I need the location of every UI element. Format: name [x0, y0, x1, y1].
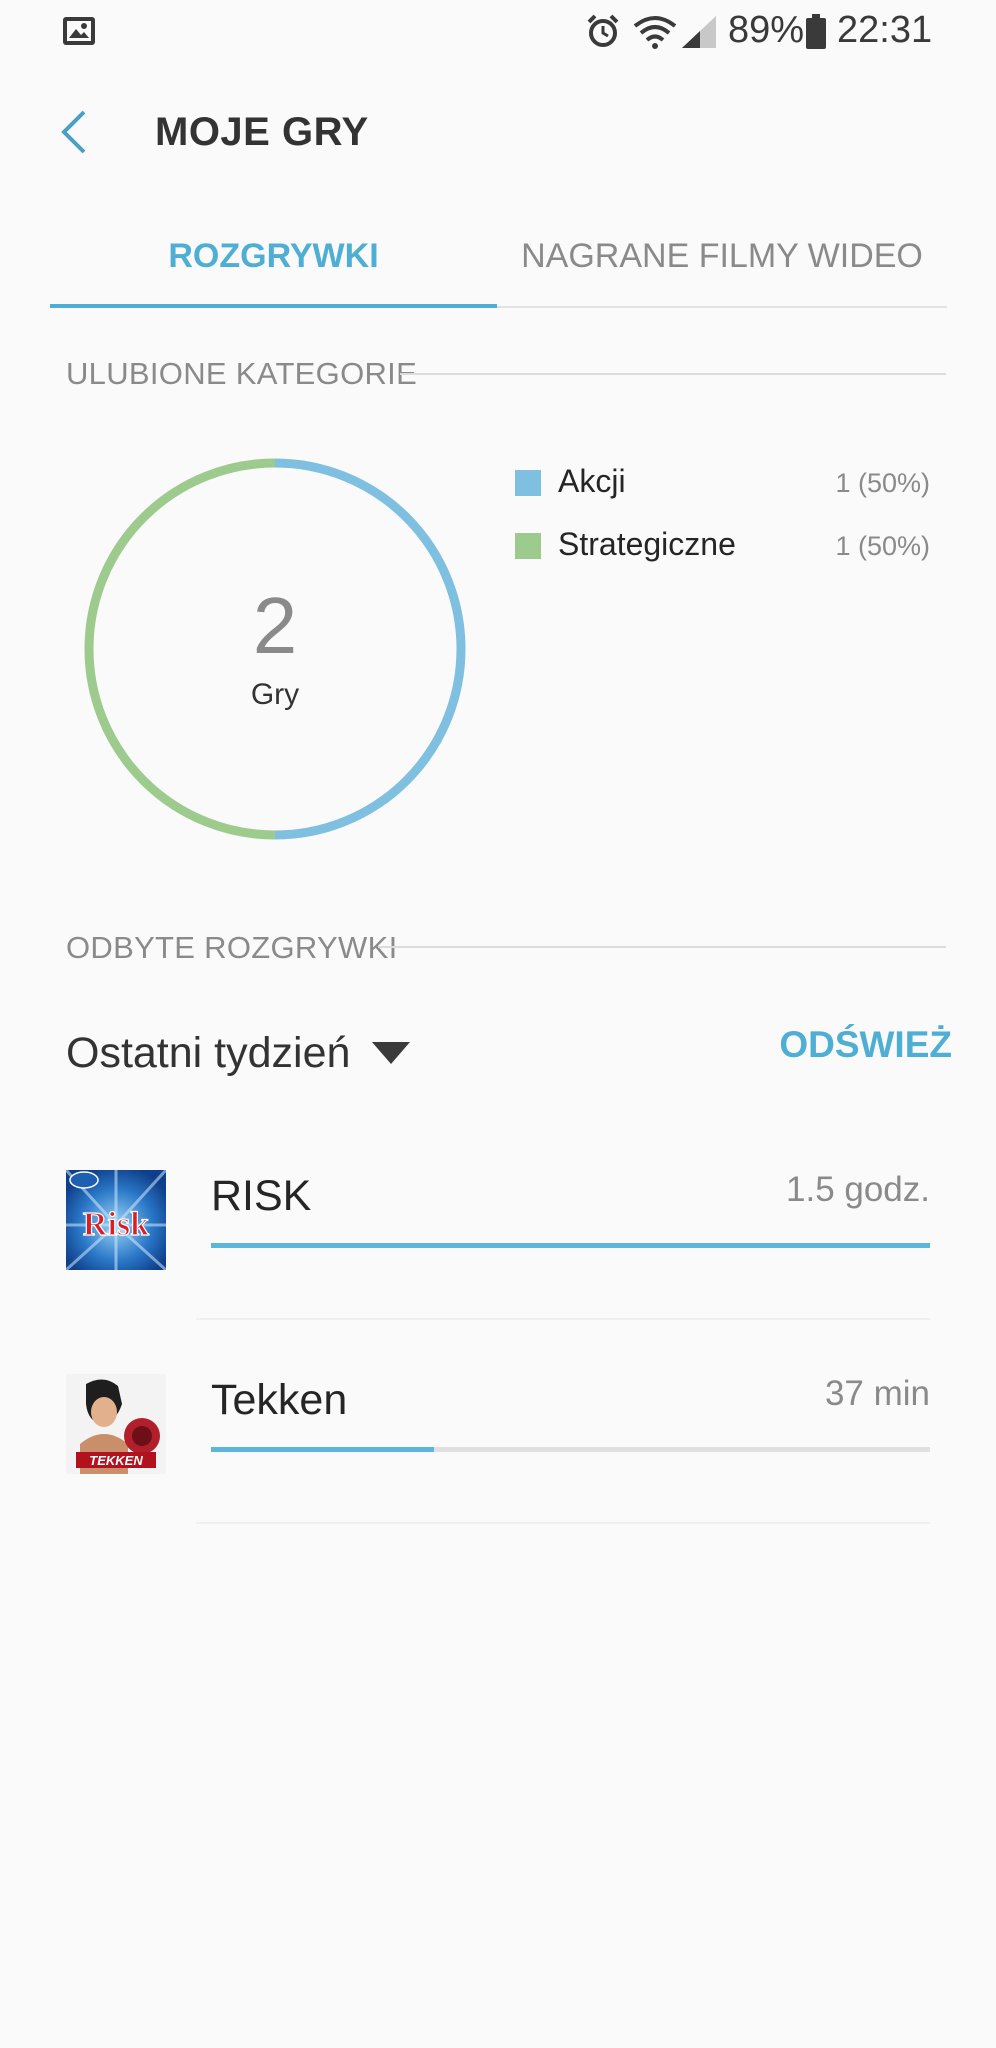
legend-value-akcji: 1 (50%) — [835, 468, 930, 498]
game-row-risk[interactable]: Risk RISK 1.5 godz. — [0, 1130, 996, 1330]
section-divider — [400, 373, 946, 375]
tekken-logo-text: TEKKEN — [89, 1453, 143, 1468]
game-play-time: 37 min — [824, 1374, 930, 1413]
battery-percentage: 89% — [728, 9, 805, 51]
tekken-game-icon: TEKKEN — [66, 1374, 166, 1474]
period-filter-value: Ostatni tydzień — [66, 1028, 351, 1077]
risk-game-icon: Risk — [66, 1170, 166, 1270]
clock: 22:31 — [837, 9, 933, 51]
signal-icon — [682, 16, 716, 48]
play-time-bar-fill — [211, 1243, 930, 1248]
battery-icon — [806, 14, 826, 49]
played-games-title: ODBYTE ROZGRYWKI — [66, 930, 398, 965]
active-tab-indicator — [50, 304, 497, 308]
favorite-categories-title: ULUBIONE KATEGORIE — [66, 356, 418, 391]
tab-nagrane-filmy-wideo[interactable]: NAGRANE FILMY WIDEO — [497, 226, 947, 306]
game-name: RISK — [211, 1172, 312, 1220]
play-time-bar — [211, 1243, 930, 1248]
legend-value-strategiczne: 1 (50%) — [835, 531, 930, 561]
period-filter-dropdown[interactable]: Ostatni tydzień — [66, 1020, 411, 1086]
tab-divider — [497, 306, 947, 308]
legend-label-akcji: Akcji — [558, 463, 626, 499]
games-count-label: Gry — [250, 678, 300, 711]
tab-label: ROZGRYWKI — [168, 237, 379, 275]
games-count: 2 — [252, 581, 298, 670]
status-bar: 89% 22:31 — [0, 0, 996, 66]
back-arrow-icon[interactable] — [54, 104, 102, 160]
play-time-bar-fill — [211, 1447, 434, 1452]
legend-swatch-akcji — [515, 470, 541, 496]
game-name: Tekken — [211, 1376, 348, 1424]
tab-rozgrywki[interactable]: ROZGRYWKI — [50, 226, 497, 306]
refresh-button[interactable]: ODŚWIEŻ — [779, 1024, 952, 1066]
legend-label-strategiczne: Strategiczne — [558, 526, 736, 562]
alarm-icon — [587, 14, 619, 47]
section-divider — [378, 946, 946, 948]
game-play-time: 1.5 godz. — [786, 1170, 930, 1209]
row-divider — [196, 1522, 930, 1524]
gallery-notification-icon — [63, 17, 95, 45]
tab-label: NAGRANE FILMY WIDEO — [521, 237, 923, 275]
dropdown-arrow-icon — [372, 1042, 411, 1064]
game-row-tekken[interactable]: TEKKEN Tekken 37 min — [0, 1334, 996, 1534]
legend-swatch-strategiczne — [515, 533, 541, 559]
page-title: MOJE GRY — [155, 110, 369, 154]
row-divider — [196, 1318, 930, 1320]
wifi-icon — [633, 16, 677, 49]
risk-logo-text: Risk — [83, 1206, 149, 1243]
play-time-bar — [211, 1447, 930, 1452]
